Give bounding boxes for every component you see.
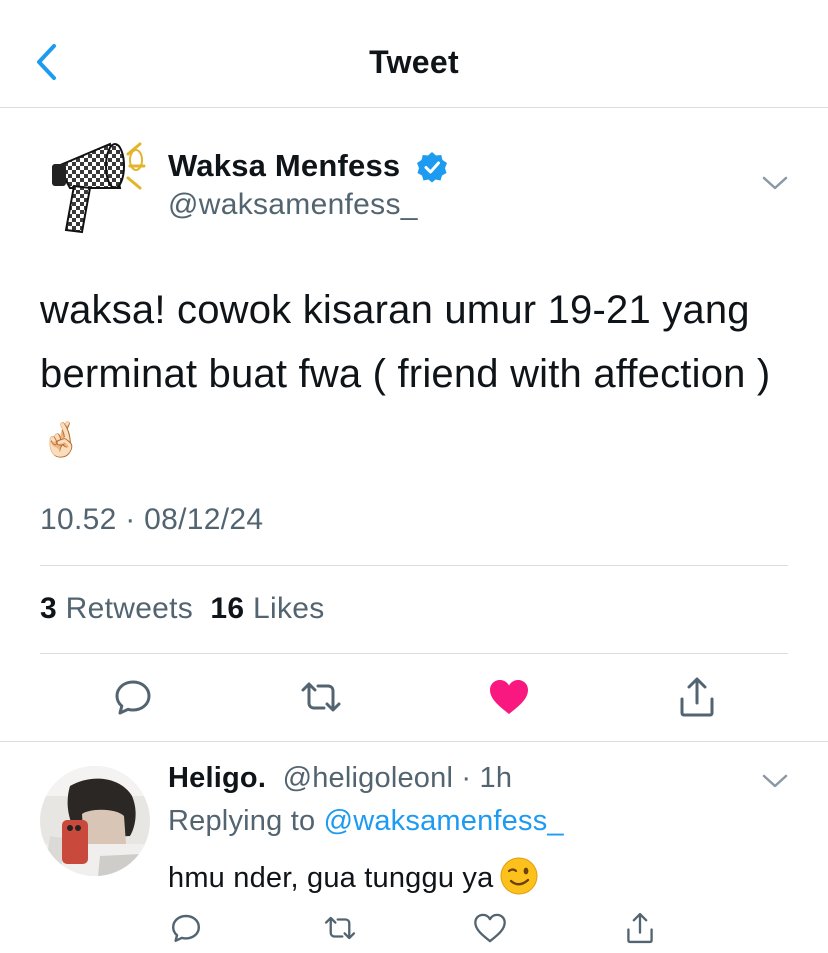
chevron-down-icon xyxy=(762,176,788,190)
share-icon xyxy=(680,677,714,717)
share-icon xyxy=(627,912,653,944)
heart-outline-icon xyxy=(474,913,506,943)
reply-like-button[interactable] xyxy=(470,908,510,948)
crossed-fingers-emoji: 🤞🏻 xyxy=(40,421,83,459)
reply-header: Heligo. @heligoleonl · 1h xyxy=(168,762,512,795)
reply-icon xyxy=(115,680,151,715)
like-button[interactable] xyxy=(484,672,534,722)
verified-badge-icon xyxy=(416,151,448,183)
tweet-timestamp[interactable]: 10.52 · 08/12/24 xyxy=(40,503,263,537)
more-options-button[interactable] xyxy=(760,172,790,194)
retweets-stat[interactable]: 3 Retweets xyxy=(40,592,193,625)
likes-label: Likes xyxy=(253,592,325,625)
reply-author-avatar[interactable] xyxy=(40,766,150,876)
megaphone-icon xyxy=(52,142,146,234)
retweets-count: 3 xyxy=(40,592,57,625)
page-title: Tweet xyxy=(369,44,459,80)
reply-button[interactable] xyxy=(108,672,158,722)
retweet-icon xyxy=(324,916,356,940)
reply-reply-button[interactable] xyxy=(166,908,206,948)
tweet-text-body: waksa! cowok kisaran umur 19-21 yang ber… xyxy=(40,288,771,396)
reply-author-handle[interactable]: @heligoleonl xyxy=(283,762,454,794)
reply-retweet-button[interactable] xyxy=(320,908,360,948)
divider xyxy=(40,653,788,654)
divider xyxy=(40,565,788,566)
heart-filled-icon xyxy=(490,680,528,714)
replying-to-line: Replying to @waksamenfess_ xyxy=(168,805,564,838)
reply-icon xyxy=(172,914,200,942)
divider xyxy=(0,741,828,742)
retweet-icon xyxy=(301,682,341,712)
dot-separator: · xyxy=(453,762,480,794)
author-avatar-megaphone[interactable] xyxy=(48,130,148,240)
retweets-label: Retweets xyxy=(65,592,194,625)
retweet-button[interactable] xyxy=(296,672,346,722)
share-button[interactable] xyxy=(672,672,722,722)
replying-to-prefix: Replying to xyxy=(168,805,316,837)
reply-text: hmu nder, gua tunggu ya xyxy=(168,856,539,896)
author-handle[interactable]: @waksamenfess_ xyxy=(168,188,418,222)
likes-count: 16 xyxy=(210,592,245,625)
reply-text-body: hmu nder, gua tunggu ya xyxy=(168,862,494,894)
likes-stat[interactable]: 16 Likes xyxy=(210,592,324,625)
reply-share-button[interactable] xyxy=(620,908,660,948)
reply-time: 1h xyxy=(479,762,513,794)
reply-more-options-button[interactable] xyxy=(760,770,790,792)
chevron-down-icon xyxy=(762,774,788,788)
tweet-stats: 3 Retweets 16 Likes xyxy=(40,592,325,626)
winking-face-emoji-icon xyxy=(499,856,539,896)
author-name[interactable]: Waksa Menfess xyxy=(168,148,400,184)
tweet-text: waksa! cowok kisaran umur 19-21 yang ber… xyxy=(40,278,800,472)
replying-to-link[interactable]: @waksamenfess_ xyxy=(324,805,564,837)
reply-author-name[interactable]: Heligo. xyxy=(168,762,266,794)
